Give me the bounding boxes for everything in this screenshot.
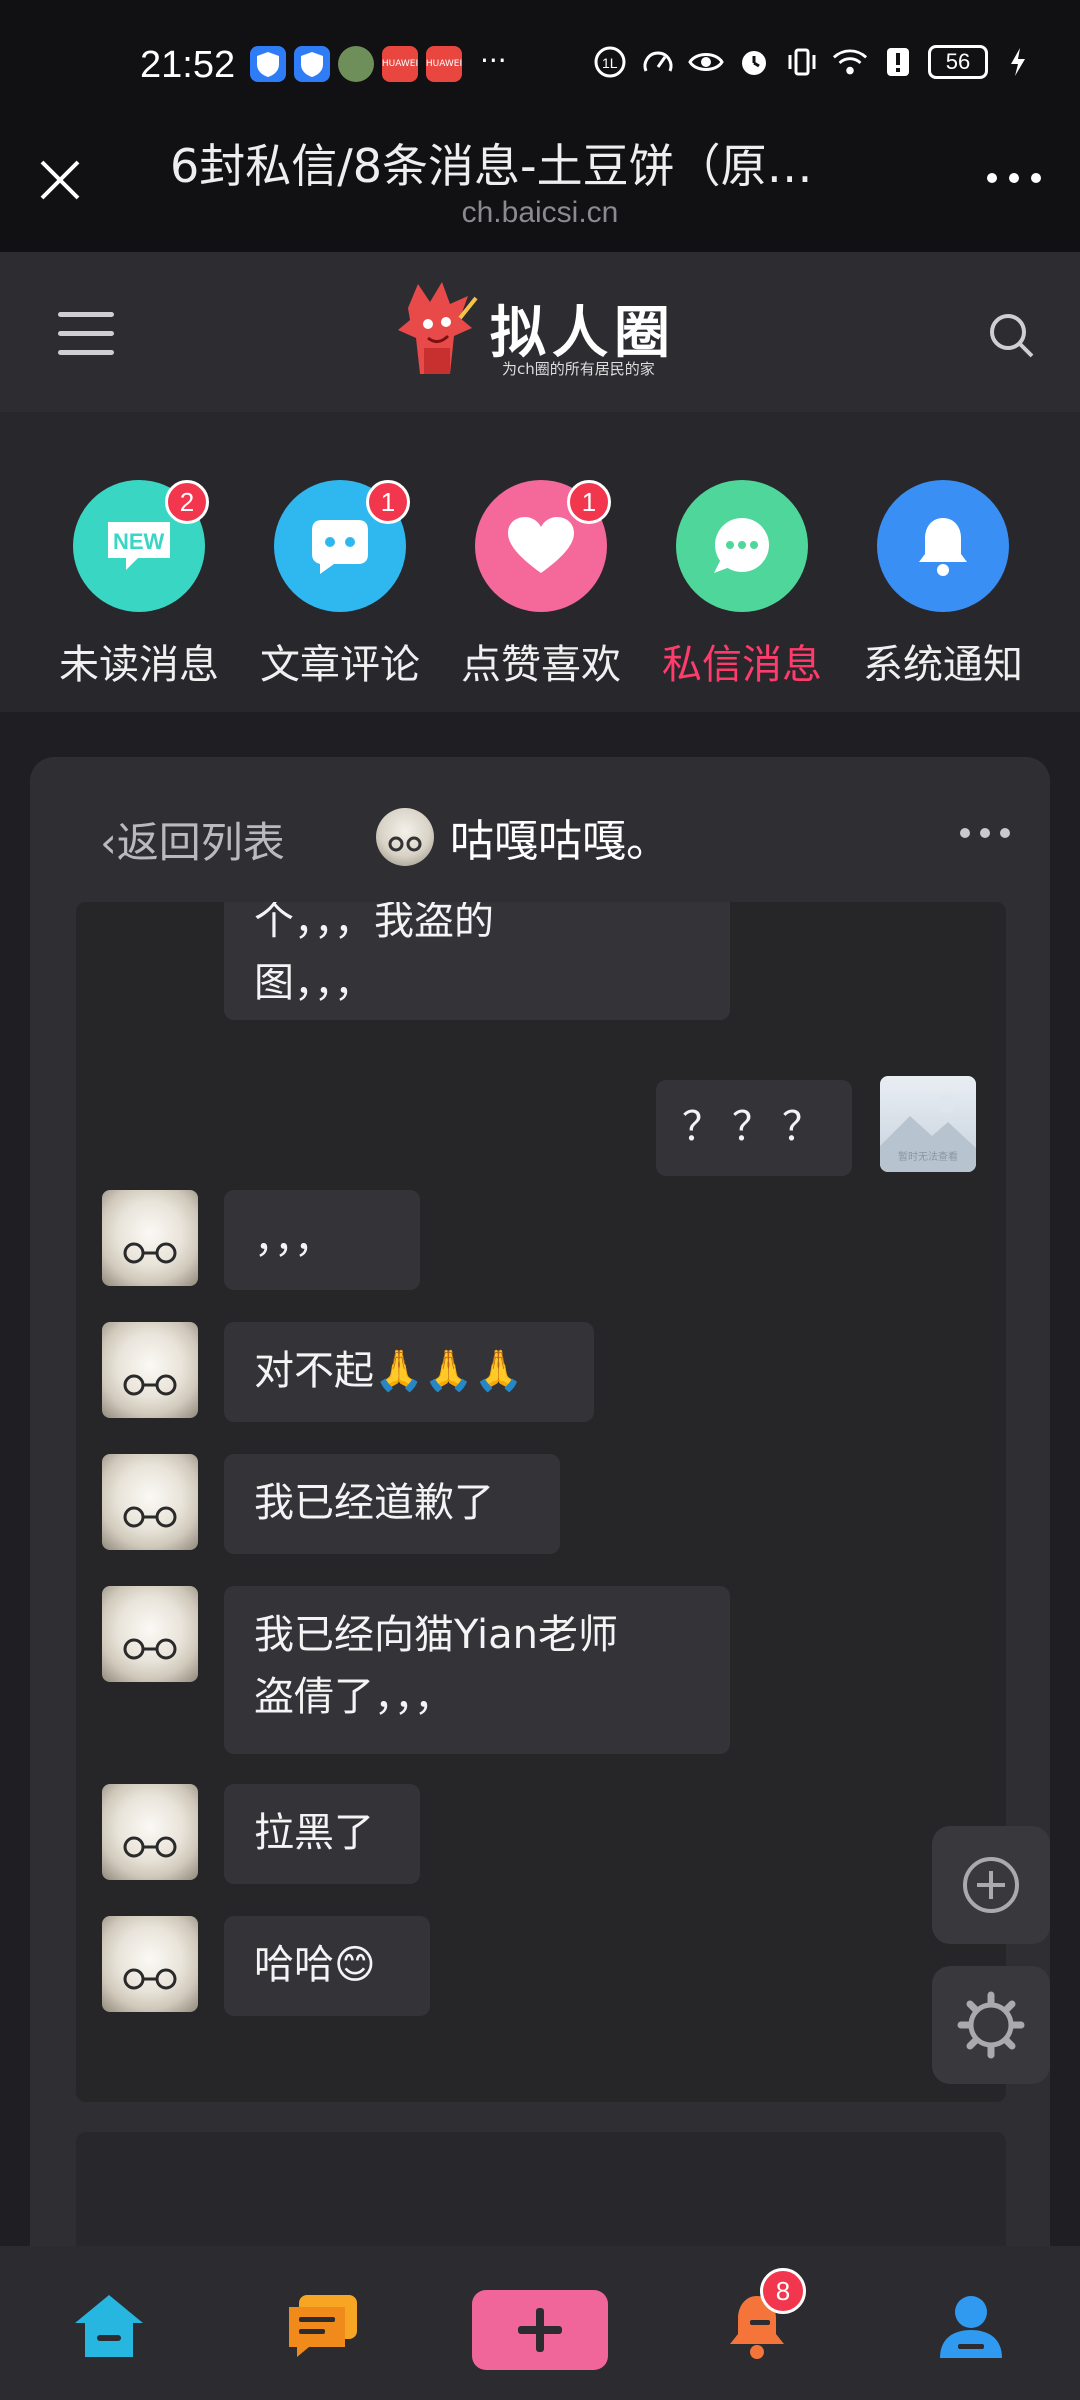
category-label: 文章评论: [260, 642, 420, 688]
back-label: 返回列表: [116, 818, 285, 867]
comments-badge: 1: [366, 480, 410, 524]
notification-badge: 8: [760, 2268, 806, 2314]
notification-icons: HUAWEI HUAWEI ···: [250, 46, 507, 82]
heart-icon: 1: [475, 480, 611, 612]
back-to-list-link[interactable]: ‹返回列表: [100, 809, 285, 870]
unread-badge: 2: [165, 480, 209, 524]
vibrate-icon: [784, 44, 820, 80]
message-list[interactable]: 个，，，我盗的 图，，， ？？？ 暂时无法查看 ，，， 对不起🙏🙏🙏 我已经道歉…: [76, 902, 1006, 2102]
nav-home[interactable]: [64, 2286, 154, 2366]
speed-icon: [640, 44, 676, 80]
category-unread[interactable]: NEW 2 未读消息: [54, 480, 224, 690]
gear-icon: [957, 1991, 1025, 2059]
message-bubble: 我已经向猫Yian老师 盗倩了，，，: [224, 1586, 730, 1754]
avatar[interactable]: [102, 1190, 198, 1286]
svg-text:1L: 1L: [602, 55, 618, 71]
category-likes[interactable]: 1 点赞喜欢: [456, 480, 626, 690]
chat-peer[interactable]: 咕嘎咕嘎。: [376, 805, 670, 869]
nav-profile[interactable]: [926, 2286, 1016, 2366]
message-bubble: 拉黑了: [224, 1784, 420, 1884]
charging-icon: [1000, 44, 1036, 80]
system-icons: 1L 56: [592, 44, 1036, 80]
logo-text: 拟人圈: [490, 300, 676, 366]
new-icon: NEW 2: [73, 480, 209, 612]
plus-icon: [518, 2308, 562, 2352]
alert-icon: [880, 44, 916, 80]
avatar[interactable]: [102, 1784, 198, 1880]
avatar[interactable]: [102, 1454, 198, 1550]
huawei-app-icon: HUAWEI: [426, 46, 462, 82]
avatar[interactable]: [102, 1916, 198, 2012]
avatar: 暂时无法查看: [880, 1076, 976, 1172]
plus-circle-icon: [963, 1857, 1019, 1913]
menu-icon[interactable]: [58, 312, 114, 358]
category-label: 未读消息: [59, 642, 219, 688]
mascot-icon: [398, 282, 478, 374]
chat-header: ‹返回列表 咕嘎咕嘎。: [30, 757, 1050, 897]
site-logo[interactable]: 拟人圈 为ch圈的所有居民的家: [390, 278, 690, 388]
message-bubble: 我已经道歉了: [224, 1454, 560, 1554]
shield-icon: [250, 46, 286, 82]
svg-text:NEW: NEW: [113, 529, 165, 554]
search-icon: [990, 314, 1034, 358]
category-system[interactable]: 系统通知: [858, 480, 1028, 690]
message-bubble: 对不起🙏🙏🙏: [224, 1322, 594, 1422]
game-icon: [338, 46, 374, 82]
message-bubble: 个，，，我盗的 图，，，: [224, 902, 730, 1020]
bottom-navigation: 8: [0, 2246, 1080, 2400]
message-icon: [289, 2295, 357, 2357]
message-categories: NEW 2 未读消息 1 文章评论 1 点赞喜欢 私信消息 系统通知: [0, 412, 1080, 712]
chat-icon: [676, 480, 808, 612]
logo-subtitle: 为ch圈的所有居民的家: [502, 360, 655, 378]
likes-badge: 1: [567, 480, 611, 524]
peer-name: 咕嘎咕嘎。: [450, 816, 670, 867]
huawei-app-icon: HUAWEI: [382, 46, 418, 82]
user-icon: [940, 2296, 1002, 2358]
battery-indicator: 56: [928, 45, 988, 79]
avatar[interactable]: [102, 1322, 198, 1418]
home-icon: [75, 2295, 143, 2357]
nav-messages[interactable]: [278, 2286, 368, 2366]
shield-icon: [294, 46, 330, 82]
site-header: 拟人圈 为ch圈的所有居民的家: [0, 252, 1080, 412]
avatar[interactable]: [102, 1586, 198, 1682]
browser-menu-button[interactable]: [984, 158, 1044, 198]
status-bar: 21:52 HUAWEI HUAWEI ··· 1L 56: [0, 0, 1080, 130]
nav-notifications[interactable]: 8: [712, 2268, 806, 2366]
eye-icon: [688, 44, 724, 80]
category-private-messages[interactable]: 私信消息: [657, 480, 827, 690]
message-bubble: 哈哈😊: [224, 1916, 430, 2016]
chat-card: ‹返回列表 咕嘎咕嘎。 个，，，我盗的 图，，， ？？？ 暂时无法查看 ，，，: [30, 757, 1050, 2400]
wifi-icon: [832, 44, 868, 80]
alarm-icon: [736, 44, 772, 80]
category-label: 系统通知: [863, 642, 1023, 688]
add-button[interactable]: [932, 1826, 1050, 1944]
bell-icon: [877, 480, 1009, 612]
image-unavailable-text: 暂时无法查看: [898, 1152, 958, 1163]
category-comments[interactable]: 1 文章评论: [255, 480, 425, 690]
avatar: [376, 808, 434, 866]
settings-button[interactable]: [932, 1966, 1050, 2084]
more-icon: [987, 173, 1041, 183]
search-button[interactable]: [984, 308, 1040, 364]
page-domain: ch.baicsi.cn: [461, 196, 619, 229]
page-title: 6封私信/8条消息-土豆饼（原…: [170, 139, 813, 193]
browser-title-bar: 6封私信/8条消息-土豆饼（原… ch.baicsi.cn: [0, 130, 1080, 252]
chat-more-button[interactable]: [960, 823, 1010, 843]
hd-icon: 1L: [592, 44, 628, 80]
category-label: 私信消息: [662, 642, 822, 688]
publish-button[interactable]: [472, 2290, 608, 2370]
clock: 21:52: [140, 44, 236, 86]
more-notifications: ···: [480, 44, 507, 77]
category-label: 点赞喜欢: [461, 642, 621, 688]
chevron-left-icon: ‹: [100, 818, 117, 867]
message-bubble: ，，，: [224, 1190, 420, 1290]
comment-icon: 1: [274, 480, 410, 612]
message-bubble-own: ？？？: [656, 1080, 852, 1176]
